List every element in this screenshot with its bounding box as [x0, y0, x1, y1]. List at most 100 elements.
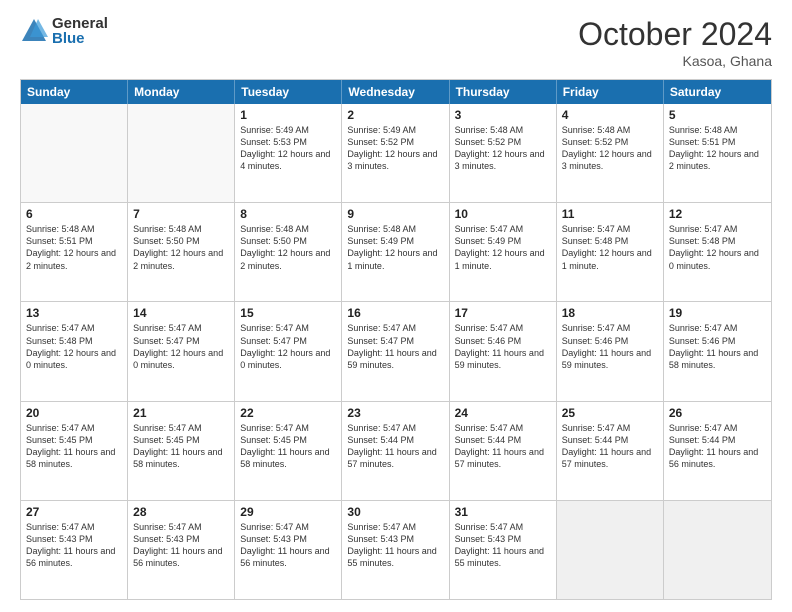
cell-info: Sunrise: 5:47 AM Sunset: 5:43 PM Dayligh…	[455, 521, 551, 570]
header: General Blue October 2024 Kasoa, Ghana	[20, 16, 772, 69]
calendar-cell-day-22: 22Sunrise: 5:47 AM Sunset: 5:45 PM Dayli…	[235, 402, 342, 500]
logo-general-text: General	[52, 16, 108, 31]
cell-info: Sunrise: 5:47 AM Sunset: 5:47 PM Dayligh…	[133, 322, 229, 371]
cell-info: Sunrise: 5:47 AM Sunset: 5:43 PM Dayligh…	[240, 521, 336, 570]
calendar-cell-empty	[557, 501, 664, 599]
calendar-cell-day-27: 27Sunrise: 5:47 AM Sunset: 5:43 PM Dayli…	[21, 501, 128, 599]
day-number: 20	[26, 406, 122, 420]
calendar-cell-day-11: 11 Sunrise: 5:47 AM Sunset: 5:48 PM Dayli…	[557, 203, 664, 301]
calendar-body: 1 Sunrise: 5:49 AM Sunset: 5:53 PM Daylig…	[21, 104, 771, 599]
day-number: 1	[240, 108, 336, 122]
logo-icon	[20, 17, 48, 45]
cell-info: Sunrise: 5:47 AM Sunset: 5:44 PM Dayligh…	[347, 422, 443, 471]
day-number: 28	[133, 505, 229, 519]
logo: General Blue	[20, 16, 108, 46]
calendar-cell-empty	[128, 104, 235, 202]
calendar-cell-day-19: 19Sunrise: 5:47 AM Sunset: 5:46 PM Dayli…	[664, 302, 771, 400]
cell-info: Sunrise: 5:49 AM Sunset: 5:53 PM Dayligh…	[240, 124, 336, 173]
cell-info: Sunrise: 5:47 AM Sunset: 5:45 PM Dayligh…	[26, 422, 122, 471]
calendar-cell-day-5: 5 Sunrise: 5:48 AM Sunset: 5:51 PM Daylig…	[664, 104, 771, 202]
day-number: 15	[240, 306, 336, 320]
calendar-cell-day-13: 13 Sunrise: 5:47 AM Sunset: 5:48 PM Dayli…	[21, 302, 128, 400]
day-number: 14	[133, 306, 229, 320]
day-number: 3	[455, 108, 551, 122]
cell-info: Sunrise: 5:47 AM Sunset: 5:43 PM Dayligh…	[347, 521, 443, 570]
cell-info: Sunrise: 5:48 AM Sunset: 5:51 PM Dayligh…	[669, 124, 766, 173]
calendar-cell-day-28: 28 Sunrise: 5:47 AM Sunset: 5:43 PM Dayli…	[128, 501, 235, 599]
cell-info: Sunrise: 5:49 AM Sunset: 5:52 PM Dayligh…	[347, 124, 443, 173]
calendar-header: SundayMondayTuesdayWednesdayThursdayFrid…	[21, 80, 771, 104]
day-number: 22	[240, 406, 336, 420]
calendar-cell-day-20: 20 Sunrise: 5:47 AM Sunset: 5:45 PM Dayli…	[21, 402, 128, 500]
calendar-cell-day-30: 30Sunrise: 5:47 AM Sunset: 5:43 PM Dayli…	[342, 501, 449, 599]
cell-info: Sunrise: 5:47 AM Sunset: 5:45 PM Dayligh…	[133, 422, 229, 471]
cell-info: Sunrise: 5:47 AM Sunset: 5:44 PM Dayligh…	[455, 422, 551, 471]
weekday-header-saturday: Saturday	[664, 80, 771, 104]
calendar-cell-empty	[664, 501, 771, 599]
calendar-cell-day-29: 29 Sunrise: 5:47 AM Sunset: 5:43 PM Dayli…	[235, 501, 342, 599]
cell-info: Sunrise: 5:48 AM Sunset: 5:52 PM Dayligh…	[562, 124, 658, 173]
calendar-cell-day-18: 18Sunrise: 5:47 AM Sunset: 5:46 PM Dayli…	[557, 302, 664, 400]
day-number: 31	[455, 505, 551, 519]
cell-info: Sunrise: 5:48 AM Sunset: 5:50 PM Dayligh…	[240, 223, 336, 272]
day-number: 7	[133, 207, 229, 221]
weekday-header-wednesday: Wednesday	[342, 80, 449, 104]
calendar-cell-day-10: 10 Sunrise: 5:47 AM Sunset: 5:49 PM Dayli…	[450, 203, 557, 301]
calendar-cell-day-7: 7 Sunrise: 5:48 AM Sunset: 5:50 PM Daylig…	[128, 203, 235, 301]
day-number: 13	[26, 306, 122, 320]
calendar-row: 1 Sunrise: 5:49 AM Sunset: 5:53 PM Daylig…	[21, 104, 771, 202]
calendar-cell-day-14: 14 Sunrise: 5:47 AM Sunset: 5:47 PM Dayli…	[128, 302, 235, 400]
cell-info: Sunrise: 5:48 AM Sunset: 5:52 PM Dayligh…	[455, 124, 551, 173]
calendar-row: 6 Sunrise: 5:48 AM Sunset: 5:51 PM Daylig…	[21, 202, 771, 301]
calendar-cell-day-12: 12Sunrise: 5:47 AM Sunset: 5:48 PM Dayli…	[664, 203, 771, 301]
weekday-header-tuesday: Tuesday	[235, 80, 342, 104]
title-area: October 2024 Kasoa, Ghana	[578, 16, 772, 69]
calendar-cell-day-16: 16Sunrise: 5:47 AM Sunset: 5:47 PM Dayli…	[342, 302, 449, 400]
cell-info: Sunrise: 5:47 AM Sunset: 5:48 PM Dayligh…	[26, 322, 122, 371]
calendar-cell-empty	[21, 104, 128, 202]
day-number: 9	[347, 207, 443, 221]
calendar-cell-day-6: 6 Sunrise: 5:48 AM Sunset: 5:51 PM Daylig…	[21, 203, 128, 301]
day-number: 29	[240, 505, 336, 519]
calendar-cell-day-24: 24 Sunrise: 5:47 AM Sunset: 5:44 PM Dayli…	[450, 402, 557, 500]
calendar-cell-day-26: 26Sunrise: 5:47 AM Sunset: 5:44 PM Dayli…	[664, 402, 771, 500]
calendar-cell-day-4: 4 Sunrise: 5:48 AM Sunset: 5:52 PM Daylig…	[557, 104, 664, 202]
cell-info: Sunrise: 5:47 AM Sunset: 5:44 PM Dayligh…	[669, 422, 766, 471]
calendar-cell-day-25: 25Sunrise: 5:47 AM Sunset: 5:44 PM Dayli…	[557, 402, 664, 500]
cell-info: Sunrise: 5:48 AM Sunset: 5:50 PM Dayligh…	[133, 223, 229, 272]
cell-info: Sunrise: 5:47 AM Sunset: 5:46 PM Dayligh…	[455, 322, 551, 371]
cell-info: Sunrise: 5:48 AM Sunset: 5:51 PM Dayligh…	[26, 223, 122, 272]
calendar-cell-day-17: 17Sunrise: 5:47 AM Sunset: 5:46 PM Dayli…	[450, 302, 557, 400]
calendar-cell-day-21: 21 Sunrise: 5:47 AM Sunset: 5:45 PM Dayli…	[128, 402, 235, 500]
logo-text: General Blue	[52, 16, 108, 46]
month-title: October 2024	[578, 16, 772, 53]
cell-info: Sunrise: 5:47 AM Sunset: 5:47 PM Dayligh…	[240, 322, 336, 371]
logo-blue-text: Blue	[52, 31, 108, 46]
calendar-cell-day-2: 2Sunrise: 5:49 AM Sunset: 5:52 PM Daylig…	[342, 104, 449, 202]
day-number: 6	[26, 207, 122, 221]
cell-info: Sunrise: 5:47 AM Sunset: 5:43 PM Dayligh…	[133, 521, 229, 570]
cell-info: Sunrise: 5:47 AM Sunset: 5:46 PM Dayligh…	[669, 322, 766, 371]
day-number: 25	[562, 406, 658, 420]
day-number: 8	[240, 207, 336, 221]
cell-info: Sunrise: 5:47 AM Sunset: 5:48 PM Dayligh…	[562, 223, 658, 272]
day-number: 18	[562, 306, 658, 320]
calendar-cell-day-1: 1 Sunrise: 5:49 AM Sunset: 5:53 PM Daylig…	[235, 104, 342, 202]
calendar-row: 13 Sunrise: 5:47 AM Sunset: 5:48 PM Dayli…	[21, 301, 771, 400]
weekday-header-monday: Monday	[128, 80, 235, 104]
page: General Blue October 2024 Kasoa, Ghana S…	[0, 0, 792, 612]
day-number: 11	[562, 207, 658, 221]
day-number: 23	[347, 406, 443, 420]
calendar-cell-day-8: 8 Sunrise: 5:48 AM Sunset: 5:50 PM Daylig…	[235, 203, 342, 301]
calendar-cell-day-9: 9Sunrise: 5:48 AM Sunset: 5:49 PM Daylig…	[342, 203, 449, 301]
cell-info: Sunrise: 5:47 AM Sunset: 5:49 PM Dayligh…	[455, 223, 551, 272]
calendar-cell-day-15: 15 Sunrise: 5:47 AM Sunset: 5:47 PM Dayli…	[235, 302, 342, 400]
day-number: 4	[562, 108, 658, 122]
day-number: 10	[455, 207, 551, 221]
day-number: 12	[669, 207, 766, 221]
day-number: 24	[455, 406, 551, 420]
day-number: 5	[669, 108, 766, 122]
day-number: 21	[133, 406, 229, 420]
calendar-cell-day-31: 31 Sunrise: 5:47 AM Sunset: 5:43 PM Dayli…	[450, 501, 557, 599]
weekday-header-sunday: Sunday	[21, 80, 128, 104]
